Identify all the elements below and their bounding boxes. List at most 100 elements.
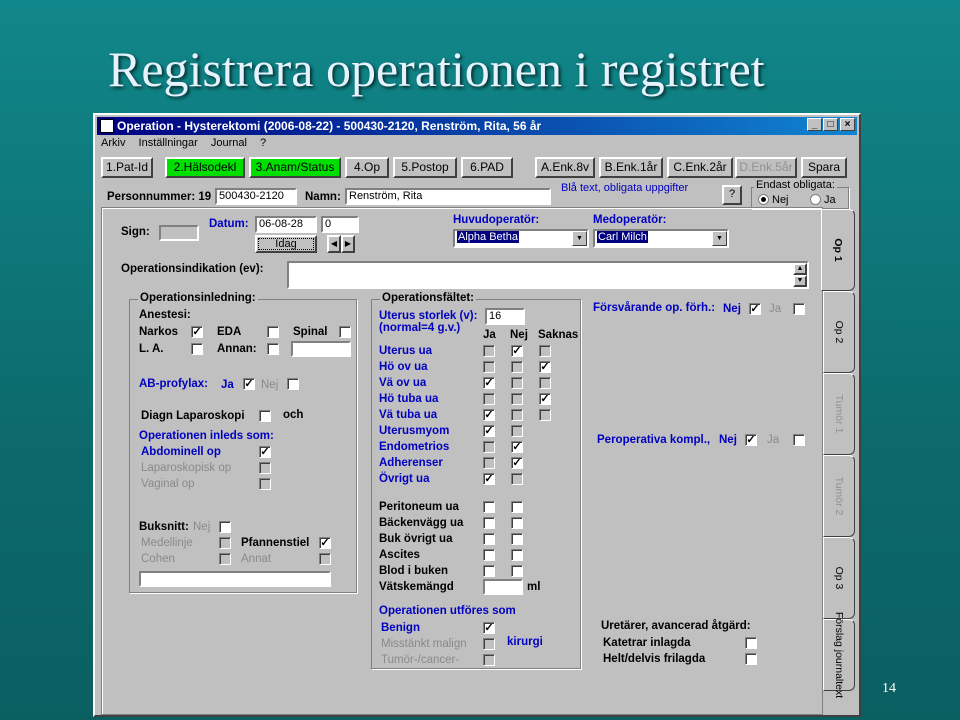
sign-field[interactable] xyxy=(159,225,199,241)
helt-checkbox[interactable] xyxy=(745,653,757,665)
menu-help[interactable]: ? xyxy=(260,137,266,149)
faltet-row-checkbox[interactable] xyxy=(539,345,551,357)
faltet-row-checkbox[interactable] xyxy=(483,441,495,453)
faltet-row-checkbox[interactable]: ✓ xyxy=(483,473,495,485)
forsvarande-nej-checkbox[interactable]: ✓ xyxy=(749,303,761,315)
tab-button[interactable]: Spara xyxy=(801,157,847,178)
huvudoperator-combo[interactable]: Alpha Betha ▼ xyxy=(453,229,589,248)
tab-button[interactable]: B.Enk.1år xyxy=(599,157,663,178)
indikation-textarea[interactable] xyxy=(287,261,809,289)
eda-checkbox[interactable] xyxy=(267,326,279,338)
faltet-row-checkbox[interactable]: ✓ xyxy=(483,425,495,437)
faltet-row-checkbox[interactable]: ✓ xyxy=(483,377,495,389)
personnummer-field[interactable]: 500430-2120 xyxy=(215,188,297,205)
tab-button[interactable]: 4.Op xyxy=(345,157,389,178)
ab-nej-checkbox[interactable] xyxy=(287,378,299,390)
buksnitt-nej-checkbox[interactable] xyxy=(219,521,231,533)
side-tab[interactable]: Förslag journaltext xyxy=(823,612,855,698)
faltet-row-checkbox[interactable] xyxy=(511,425,523,437)
tab-button[interactable]: 5.Postop xyxy=(393,157,457,178)
faltet-row-checkbox[interactable] xyxy=(511,393,523,405)
side-tab[interactable]: Op 3 xyxy=(823,537,855,619)
menu-installningar[interactable]: Inställningar xyxy=(139,137,198,149)
menu-arkiv[interactable]: Arkiv xyxy=(101,137,125,149)
help-button[interactable]: ? xyxy=(722,185,742,205)
scroll-down-icon[interactable]: ▼ xyxy=(793,275,807,287)
peroperativa-nej-checkbox[interactable]: ✓ xyxy=(745,434,757,446)
namn-field[interactable]: Renström, Rita xyxy=(345,188,551,205)
peroperativa-ja-checkbox[interactable] xyxy=(793,434,805,446)
tab-button[interactable]: 3.Anam/Status xyxy=(249,157,341,178)
ab-ja-checkbox[interactable]: ✓ xyxy=(243,378,255,390)
menu-journal[interactable]: Journal xyxy=(211,137,247,149)
faltet-row-checkbox[interactable]: ✓ xyxy=(483,409,495,421)
faltet-row-checkbox[interactable] xyxy=(511,533,523,545)
faltet-row-checkbox[interactable]: ✓ xyxy=(511,457,523,469)
medoperator-combo[interactable]: Carl Milch ▼ xyxy=(593,229,729,248)
side-tab[interactable]: Op 1 xyxy=(821,209,855,291)
faltet-row-checkbox[interactable] xyxy=(511,361,523,373)
faltet-row-checkbox[interactable] xyxy=(511,377,523,389)
faltet-row-checkbox[interactable] xyxy=(483,533,495,545)
faltet-row-checkbox[interactable] xyxy=(511,409,523,421)
date-next-icon[interactable]: ▶ xyxy=(341,235,355,253)
tab-button[interactable]: C.Enk.2år xyxy=(667,157,733,178)
tab-button[interactable]: 2.Hälsodekl xyxy=(165,157,245,178)
datum-field[interactable]: 06-08-28 xyxy=(255,216,317,233)
endast-nej-radio[interactable] xyxy=(758,194,769,205)
side-tab[interactable]: Tumör 1 xyxy=(823,373,855,455)
diagn-checkbox[interactable] xyxy=(259,410,271,422)
faltet-row-checkbox[interactable] xyxy=(539,377,551,389)
side-tab[interactable]: Tumör 2 xyxy=(823,455,855,537)
abdominell-checkbox[interactable]: ✓ xyxy=(259,446,271,458)
faltet-row-checkbox[interactable]: ✓ xyxy=(511,345,523,357)
chevron-down-icon[interactable]: ▼ xyxy=(572,231,587,246)
minimize-icon[interactable]: _ xyxy=(807,118,822,131)
narkos-checkbox[interactable]: ✓ xyxy=(191,326,203,338)
faltet-row-checkbox[interactable] xyxy=(483,393,495,405)
faltet-row-checkbox[interactable] xyxy=(483,549,495,561)
faltet-row-checkbox[interactable]: ✓ xyxy=(511,441,523,453)
faltet-row-checkbox[interactable] xyxy=(483,361,495,373)
medellinje-checkbox[interactable] xyxy=(219,537,231,549)
annan-field[interactable] xyxy=(291,341,351,357)
faltet-row-checkbox[interactable] xyxy=(511,565,523,577)
faltet-row-checkbox[interactable] xyxy=(511,473,523,485)
faltet-row-checkbox[interactable] xyxy=(511,517,523,529)
vaginal-checkbox[interactable] xyxy=(259,478,271,490)
maximize-icon[interactable]: □ xyxy=(823,118,838,131)
idag-button[interactable]: Idag xyxy=(255,235,317,253)
misstankt-checkbox[interactable] xyxy=(483,638,495,650)
close-icon[interactable]: × xyxy=(840,118,855,131)
la-checkbox[interactable] xyxy=(191,343,203,355)
benign-checkbox[interactable]: ✓ xyxy=(483,622,495,634)
forsvarande-ja-checkbox[interactable] xyxy=(793,303,805,315)
uterus-storlek-field[interactable]: 16 xyxy=(485,308,525,325)
side-tab[interactable]: Op 2 xyxy=(823,291,855,373)
faltet-row-checkbox[interactable]: ✓ xyxy=(539,393,551,405)
cohen-checkbox[interactable] xyxy=(219,553,231,565)
faltet-row-checkbox[interactable] xyxy=(483,345,495,357)
tab-button[interactable]: 6.PAD xyxy=(461,157,513,178)
scroll-up-icon[interactable]: ▲ xyxy=(793,263,807,275)
faltet-row-checkbox[interactable] xyxy=(483,517,495,529)
tab-button[interactable]: A.Enk.8v xyxy=(535,157,595,178)
laparoskopisk-checkbox[interactable] xyxy=(259,462,271,474)
annan-checkbox[interactable] xyxy=(267,343,279,355)
endast-ja-radio[interactable] xyxy=(810,194,821,205)
annat-checkbox[interactable] xyxy=(319,553,331,565)
faltet-row-checkbox[interactable] xyxy=(483,565,495,577)
vatske-field[interactable] xyxy=(483,579,523,595)
tumor-cancer-checkbox[interactable] xyxy=(483,654,495,666)
faltet-row-checkbox[interactable] xyxy=(539,409,551,421)
faltet-row-checkbox[interactable] xyxy=(483,501,495,513)
kateter-checkbox[interactable] xyxy=(745,637,757,649)
tab-button[interactable]: D.Enk.5år xyxy=(735,157,797,178)
buksnitt-annat-field[interactable] xyxy=(139,571,331,587)
spinal-checkbox[interactable] xyxy=(339,326,351,338)
tab-button[interactable]: 1.Pat-Id xyxy=(101,157,153,178)
faltet-row-checkbox[interactable]: ✓ xyxy=(539,361,551,373)
date-prev-icon[interactable]: ◀ xyxy=(327,235,341,253)
faltet-row-checkbox[interactable] xyxy=(483,457,495,469)
datum-extra-field[interactable]: 0 xyxy=(321,216,359,233)
